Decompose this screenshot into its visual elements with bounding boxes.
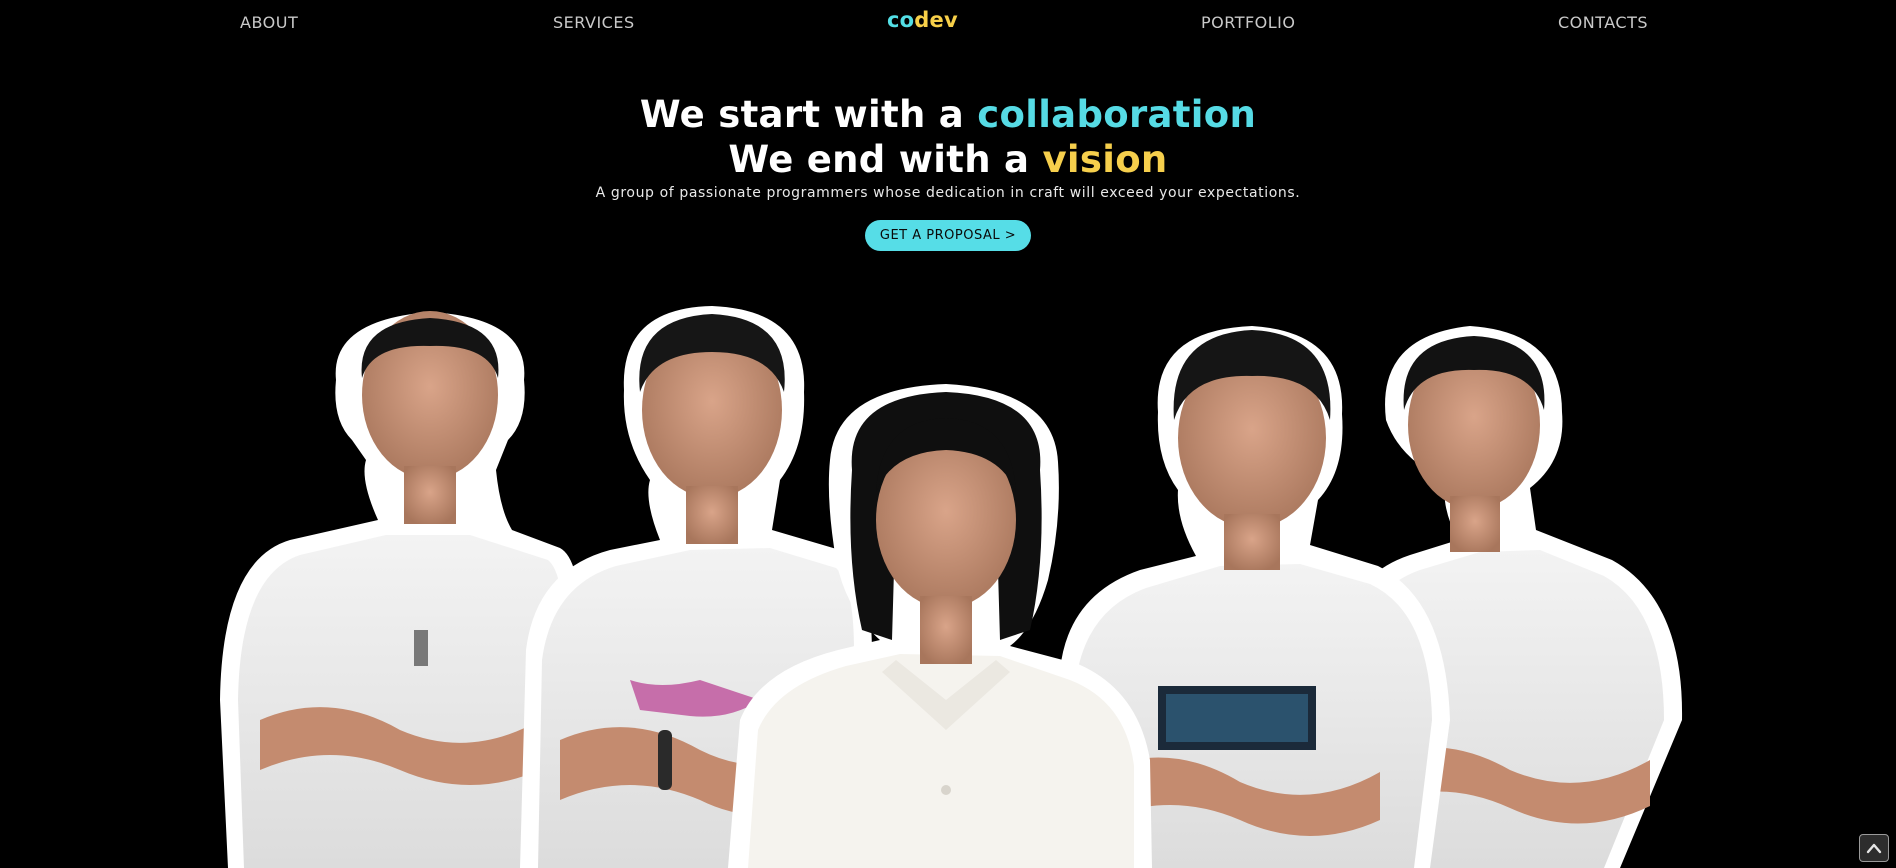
team-member-4	[1052, 326, 1450, 868]
scroll-to-top-button[interactable]	[1859, 834, 1889, 862]
logo-text-co: co	[887, 8, 915, 32]
headline-line2-prefix: We end with a	[728, 138, 1043, 181]
team-member-1	[220, 311, 581, 868]
nav-link-contacts[interactable]: CONTACTS	[1558, 13, 1648, 32]
hero-subtitle: A group of passionate programmers whose …	[595, 185, 1301, 201]
headline-highlight-vision: vision	[1042, 138, 1168, 181]
nav-link-portfolio[interactable]: PORTFOLIO	[1201, 13, 1296, 32]
team-member-2	[520, 306, 872, 868]
nav-link-services[interactable]: SERVICES	[553, 13, 635, 32]
get-proposal-button[interactable]: GET A PROPOSAL >	[864, 220, 1032, 251]
hero-section: We start with a collaboration We end wit…	[0, 92, 1896, 251]
top-navigation: ABOUT SERVICES codev PORTFOLIO CONTACTS	[0, 0, 1896, 46]
hero-headline: We start with a collaboration We end wit…	[0, 92, 1896, 182]
headline-highlight-collaboration: collaboration	[977, 93, 1257, 136]
team-member-5	[1330, 326, 1683, 868]
team-member-3	[728, 384, 1152, 868]
codev-logo[interactable]: codev	[887, 8, 958, 32]
landing-page: ABOUT SERVICES codev PORTFOLIO CONTACTS …	[0, 0, 1896, 868]
chevron-up-icon	[1866, 843, 1882, 854]
logo-text-dev: dev	[914, 8, 958, 32]
headline-line1-prefix: We start with a	[639, 93, 978, 136]
nav-link-about[interactable]: ABOUT	[240, 13, 298, 32]
